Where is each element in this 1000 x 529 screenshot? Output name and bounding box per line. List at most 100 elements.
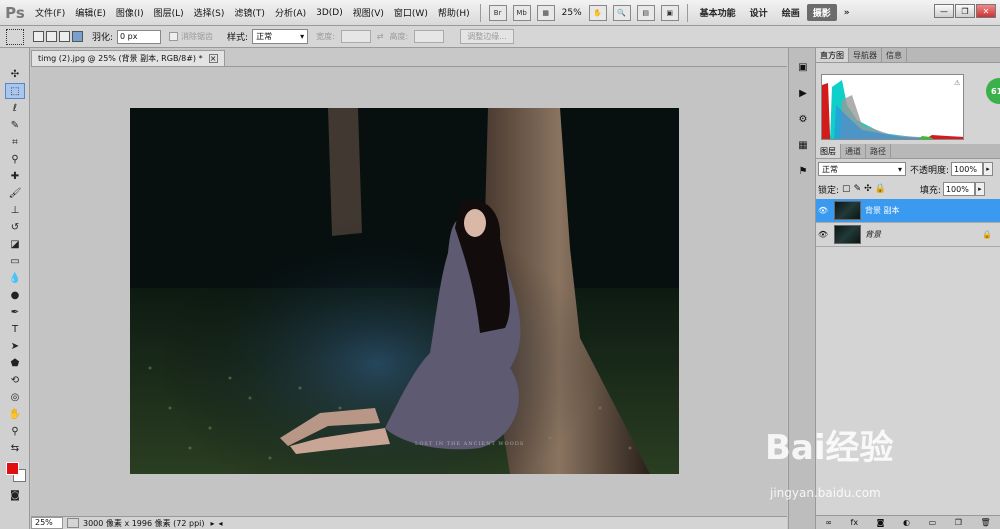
tab-histogram[interactable]: 直方图 xyxy=(816,48,849,62)
tab-navigator[interactable]: 导航器 xyxy=(849,48,882,62)
tab-info[interactable]: 信息 xyxy=(882,48,907,62)
blend-mode-select[interactable]: 正常 ▾ xyxy=(818,162,906,176)
subtract-selection-icon[interactable] xyxy=(59,31,70,42)
tool-presets-icon[interactable]: ⚑ xyxy=(795,164,811,178)
status-info-icon[interactable] xyxy=(67,518,79,528)
new-selection-icon[interactable] xyxy=(33,31,44,42)
workspace-design[interactable]: 设计 xyxy=(743,6,775,19)
lock-all-icon[interactable]: 🔒 xyxy=(875,184,886,194)
width-input[interactable] xyxy=(340,30,371,43)
menu-edit[interactable]: 编辑(E) xyxy=(70,6,111,19)
arrange-documents-icon[interactable]: ▤ xyxy=(636,4,655,21)
tab-channels[interactable]: 通道 xyxy=(841,144,866,158)
brush-tool-icon[interactable]: 🖌 xyxy=(5,185,25,201)
delete-layer-icon[interactable]: 🗑 xyxy=(980,518,990,527)
screen-mode-icon[interactable]: ▣ xyxy=(660,4,679,21)
layer-row-background-copy[interactable]: 👁 背景 副本 xyxy=(816,199,1000,223)
style-select[interactable]: 正常 ▾ xyxy=(252,29,309,44)
move-tool-icon[interactable]: ✣ xyxy=(5,66,25,82)
history-brush-icon[interactable]: ↺ xyxy=(5,219,25,235)
close-icon[interactable]: × xyxy=(208,54,218,63)
menu-3d[interactable]: 3D(D) xyxy=(311,8,348,18)
mini-bridge-panel-icon[interactable]: ▣ xyxy=(795,60,811,74)
fill-arrow-icon[interactable]: ▸ xyxy=(974,182,985,196)
3d-rotate-icon[interactable]: ⟲ xyxy=(5,372,25,388)
gradient-tool-icon[interactable]: ▭ xyxy=(5,253,25,269)
menu-file[interactable]: 文件(F) xyxy=(30,6,70,19)
minimize-icon[interactable]: — xyxy=(934,4,954,18)
dodge-tool-icon[interactable]: ● xyxy=(5,287,25,303)
feather-input[interactable]: 0 px xyxy=(117,29,162,44)
view-extras-icon[interactable]: ▦ xyxy=(536,4,555,21)
fill-input[interactable]: 100% xyxy=(942,182,975,196)
menu-analysis[interactable]: 分析(A) xyxy=(270,6,311,19)
zoom-tool-icon[interactable]: 🔍 xyxy=(612,4,631,21)
antialias-checkbox[interactable] xyxy=(169,32,179,41)
zoom-tool-icon[interactable]: ⚲ xyxy=(5,423,25,439)
refine-edge-button[interactable]: 调整边缘... xyxy=(460,29,514,44)
more-workspaces-icon[interactable]: » xyxy=(837,8,857,18)
opacity-arrow-icon[interactable]: ▸ xyxy=(983,162,994,176)
document-tab[interactable]: timg (2).jpg @ 25% (背景 副本, RGB/8#) * × xyxy=(31,50,225,66)
clone-source-icon[interactable]: ▦ xyxy=(795,138,811,152)
canvas-area[interactable]: LOST IN THE ANCIENT WOODS xyxy=(31,66,787,516)
default-colors-icon[interactable]: ⇆ xyxy=(5,440,25,456)
tab-paths[interactable]: 路径 xyxy=(866,144,891,158)
new-layer-icon[interactable]: ❐ xyxy=(955,518,962,527)
swap-icon[interactable]: ⇄ xyxy=(377,32,384,41)
height-input[interactable] xyxy=(414,30,445,43)
close-icon[interactable]: ✕ xyxy=(976,4,996,18)
path-select-icon[interactable]: ➤ xyxy=(5,338,25,354)
eraser-tool-icon[interactable]: ◪ xyxy=(5,236,25,252)
scroll-left-icon[interactable]: ◂ xyxy=(219,519,223,528)
mini-bridge-icon[interactable]: Mb xyxy=(512,4,531,21)
fx-icon[interactable]: fx xyxy=(851,518,859,527)
menu-select[interactable]: 选择(S) xyxy=(189,6,230,19)
menu-view[interactable]: 视图(V) xyxy=(348,6,389,19)
blur-tool-icon[interactable]: 💧 xyxy=(5,270,25,286)
menu-help[interactable]: 帮助(H) xyxy=(433,6,475,19)
workspace-painting[interactable]: 绘画 xyxy=(775,6,807,19)
workspace-photography[interactable]: 摄影 xyxy=(806,4,837,21)
type-tool-icon[interactable]: T xyxy=(5,321,25,337)
hand-tool-icon[interactable]: ✋ xyxy=(588,4,607,21)
marquee-preset-icon[interactable] xyxy=(6,28,24,45)
photo-canvas[interactable]: LOST IN THE ANCIENT WOODS xyxy=(130,108,679,474)
opacity-input[interactable]: 100% xyxy=(951,162,984,176)
status-zoom-input[interactable]: 25% xyxy=(31,517,63,529)
add-selection-icon[interactable] xyxy=(46,31,57,42)
foreground-color-swatch[interactable] xyxy=(6,462,19,475)
marquee-tool-icon[interactable]: ⬚ xyxy=(5,83,25,99)
link-layers-icon[interactable]: ∞ xyxy=(825,518,832,527)
3d-orbit-icon[interactable]: ◎ xyxy=(5,389,25,405)
lock-transparency-icon[interactable]: ▢ xyxy=(842,184,851,194)
lock-position-icon[interactable]: ✣ xyxy=(864,184,872,194)
layer-row-background[interactable]: 👁 背景 🔒 xyxy=(816,223,1000,247)
bridge-icon[interactable]: Br xyxy=(488,4,507,21)
menu-filter[interactable]: 滤镜(T) xyxy=(229,6,270,19)
eyedropper-tool-icon[interactable]: ⚲ xyxy=(5,151,25,167)
status-arrow-icon[interactable]: ▸ xyxy=(211,519,215,528)
restore-icon[interactable]: ❐ xyxy=(955,4,975,18)
menu-layer[interactable]: 图层(L) xyxy=(149,6,189,19)
menu-window[interactable]: 窗口(W) xyxy=(389,6,433,19)
lock-pixels-icon[interactable]: ✎ xyxy=(854,184,862,194)
new-group-icon[interactable]: ▭ xyxy=(929,518,937,527)
adjustment-layer-icon[interactable]: ◐ xyxy=(903,518,910,527)
visibility-eye-icon[interactable]: 👁 xyxy=(816,230,830,239)
intersect-selection-icon[interactable] xyxy=(72,31,83,42)
hand-tool-icon[interactable]: ✋ xyxy=(5,406,25,422)
quick-select-tool-icon[interactable]: ✎ xyxy=(5,117,25,133)
tab-layers[interactable]: 图层 xyxy=(816,144,841,158)
crop-tool-icon[interactable]: ⌗ xyxy=(5,134,25,150)
lasso-tool-icon[interactable]: ℓ xyxy=(5,100,25,116)
zoom-level-dropdown[interactable]: 25% xyxy=(562,8,582,18)
healing-brush-icon[interactable]: ✚ xyxy=(5,168,25,184)
add-mask-icon[interactable]: ◙ xyxy=(877,518,885,527)
menu-image[interactable]: 图像(I) xyxy=(111,6,149,19)
pen-tool-icon[interactable]: ✒ xyxy=(5,304,25,320)
shape-tool-icon[interactable]: ⬟ xyxy=(5,355,25,371)
quick-mask-icon[interactable]: ◙ xyxy=(5,487,25,503)
history-panel-icon[interactable]: ▶ xyxy=(795,86,811,100)
brush-presets-icon[interactable]: ⚙ xyxy=(795,112,811,126)
